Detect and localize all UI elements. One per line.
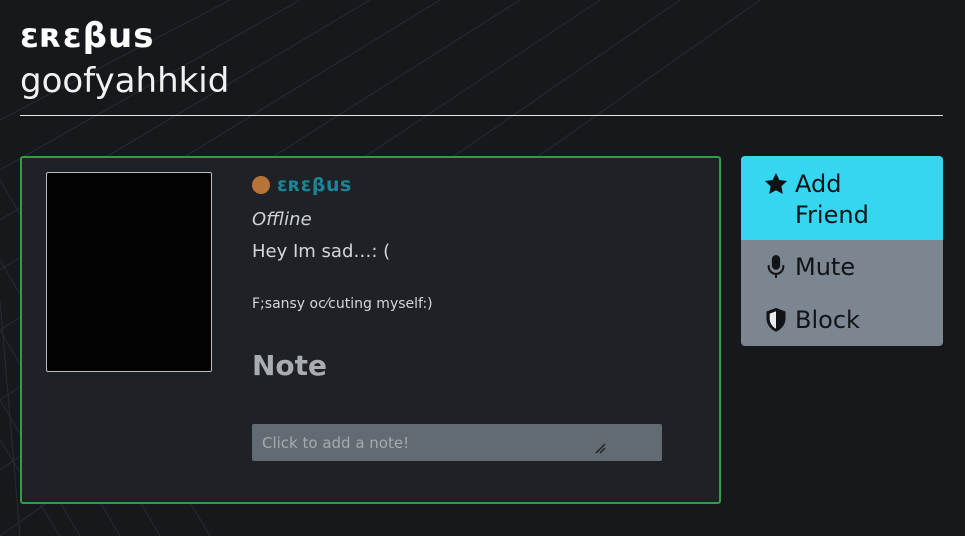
microphone-icon xyxy=(763,254,789,280)
resize-grip-icon[interactable] xyxy=(594,442,606,454)
block-button[interactable]: Block xyxy=(741,293,943,346)
profile-card: ɛʀɛβus Offline Hey Im sad…: ( F;sansy oc… xyxy=(20,156,721,504)
profile-username: goofyahhkid xyxy=(20,61,230,101)
block-label: Block xyxy=(795,305,860,334)
note-heading: Note xyxy=(252,349,328,382)
status-dot-icon xyxy=(252,176,270,194)
avatar xyxy=(46,172,212,372)
display-name: ɛʀɛβus xyxy=(277,174,352,196)
shield-icon xyxy=(763,307,789,333)
profile-actions-panel: Add Friend Mute Block xyxy=(741,156,943,346)
page-header: ɛʀɛβus goofyahhkid xyxy=(20,14,943,102)
add-friend-button[interactable]: Add Friend xyxy=(741,156,943,240)
site-logo-title[interactable]: ɛʀɛβus xyxy=(20,14,943,58)
mute-button[interactable]: Mute xyxy=(741,240,943,293)
name-row: ɛʀɛβus xyxy=(252,172,692,198)
bio-line-secondary: F;sansy oc⁄cuting myself:) xyxy=(252,296,433,312)
header-divider xyxy=(20,115,943,116)
add-friend-label: Add Friend xyxy=(795,170,869,229)
bio-line: Hey Im sad…: ( xyxy=(252,241,391,262)
star-icon xyxy=(763,171,789,197)
mute-label: Mute xyxy=(795,252,856,281)
profile-info: ɛʀɛβus Offline Hey Im sad…: ( F;sansy oc… xyxy=(252,172,692,384)
online-status: Offline xyxy=(252,209,312,230)
